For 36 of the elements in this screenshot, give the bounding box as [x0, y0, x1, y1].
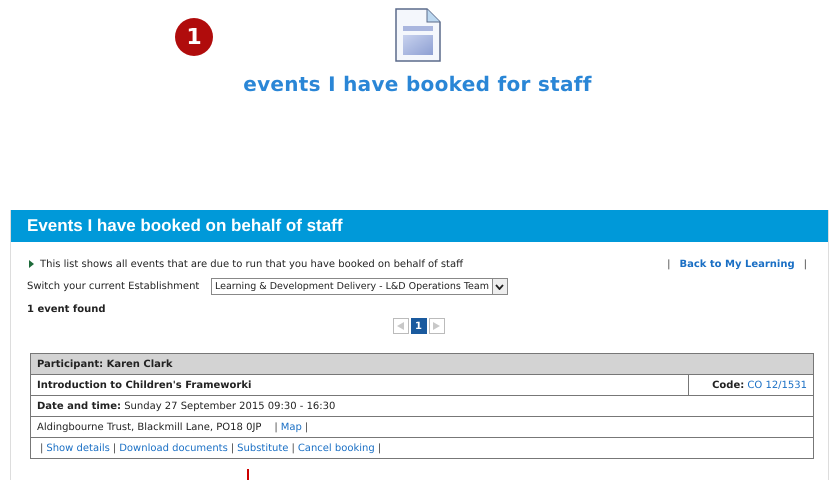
venue-address: Aldingbourne Trust, Blackmill Lane, PO18 0JP [37, 422, 262, 432]
participant-row: Participant: Karen Clark [31, 354, 813, 374]
separator: | [667, 258, 670, 270]
separator: | [804, 258, 807, 270]
triangle-icon [29, 260, 34, 268]
map-link[interactable]: Map [280, 422, 302, 432]
action-link[interactable]: Download documents [119, 442, 228, 454]
establishment-label: Switch your current Establishment [27, 281, 200, 292]
page-title[interactable]: events I have booked for staff [243, 72, 592, 96]
separator: | [112, 442, 116, 454]
separator: | [378, 442, 382, 454]
separator: | [40, 442, 44, 454]
document-icon [394, 8, 440, 62]
course-title: Introduction to Children's Frameworki [31, 375, 689, 395]
separator: | [291, 442, 295, 454]
result-count: 1 event found [27, 304, 107, 315]
action-link[interactable]: Show details [46, 442, 110, 454]
date-value: Sunday 27 September 2015 09:30 - 16:30 [124, 400, 336, 412]
separator: | [274, 422, 278, 432]
step-badge: 1 [175, 18, 213, 56]
date-label: Date and time: [37, 400, 122, 412]
establishment-select[interactable]: Learning & Development Delivery - L&D Operations Team [211, 278, 508, 295]
panel-header: Events I have booked on behalf of staff [11, 210, 828, 242]
action-link[interactable]: Substitute [237, 442, 288, 454]
caret-icon [495, 284, 504, 290]
intro-text: This list shows all events that are due to run that you have booked on behalf of staff [40, 258, 463, 270]
leader-line [247, 469, 249, 480]
code-label: Code: [712, 380, 744, 390]
left-arrow-icon [397, 322, 404, 330]
separator: | [230, 442, 234, 454]
back-link[interactable]: Back to My Learning [679, 258, 795, 270]
code-link[interactable]: CO 12/1531 [747, 380, 807, 390]
page-number[interactable]: 1 [410, 318, 426, 334]
right-arrow-icon [433, 322, 440, 330]
separator: | [304, 422, 308, 432]
action-link[interactable]: Cancel booking [298, 442, 375, 454]
